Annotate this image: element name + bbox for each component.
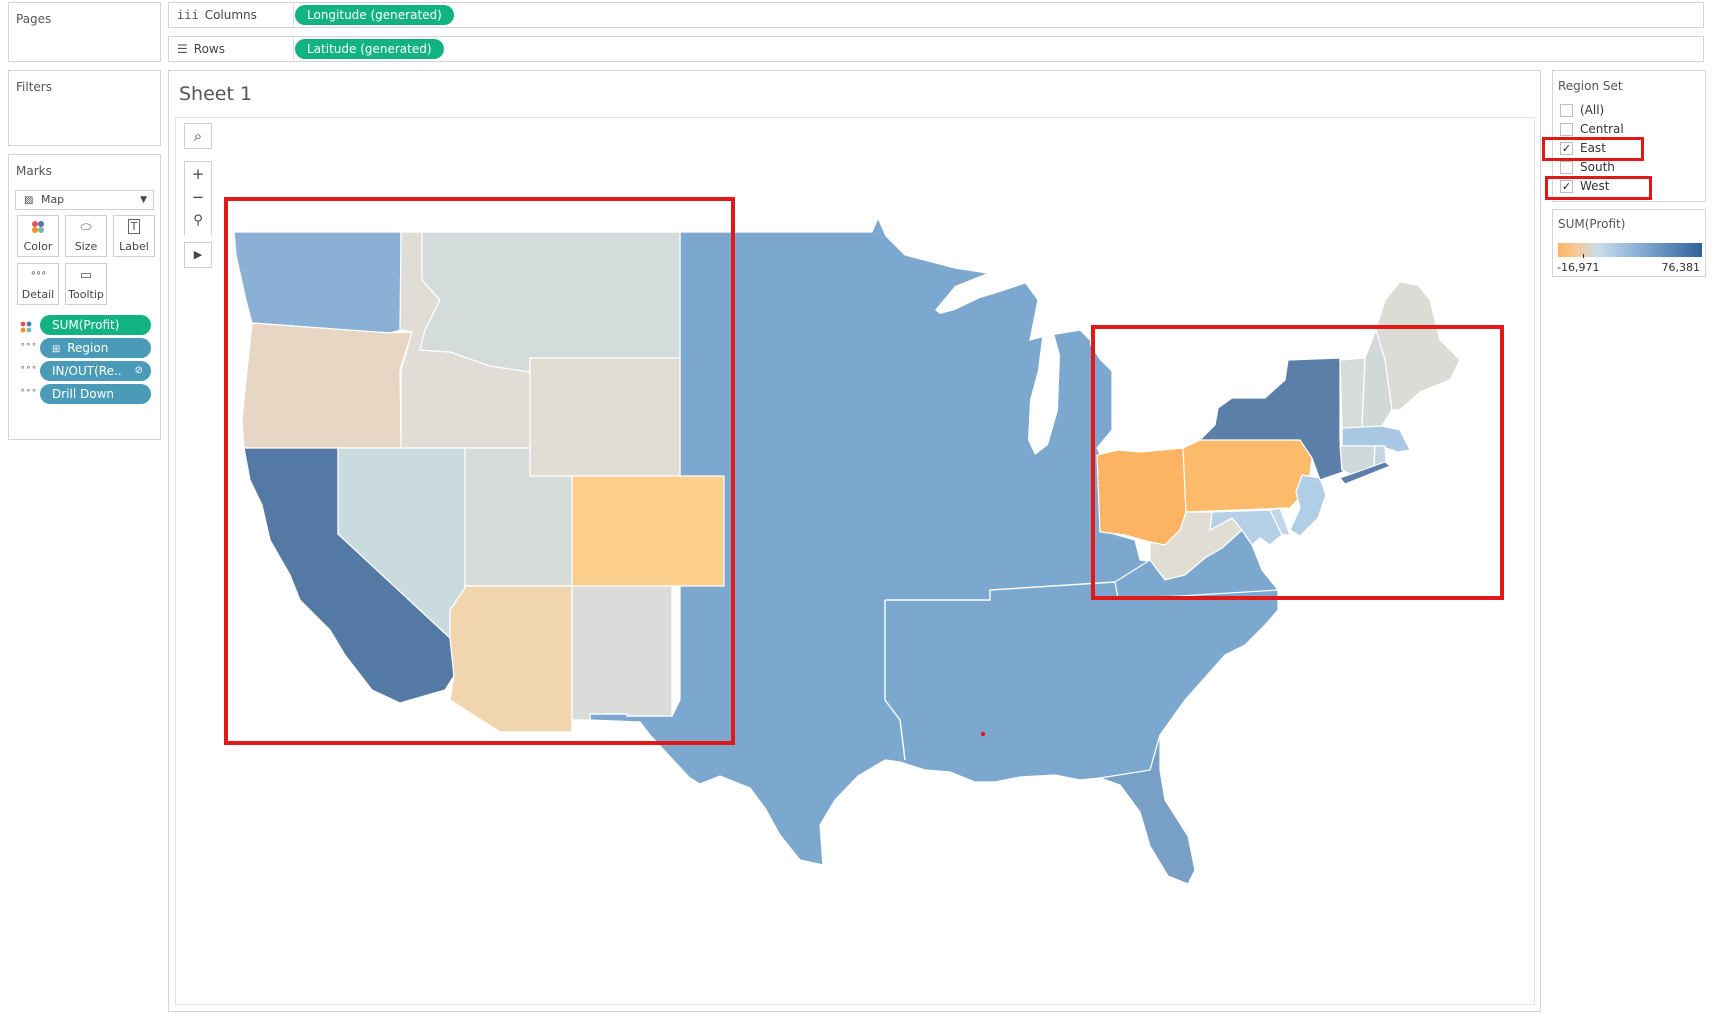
state-ohio[interactable] (1096, 447, 1187, 546)
columns-label: Columns (204, 8, 257, 22)
size-label: Size (74, 240, 98, 253)
checkbox-all[interactable] (1560, 104, 1573, 117)
tooltip-label: Tooltip (68, 288, 104, 301)
state-oregon[interactable] (241, 322, 413, 449)
rows-drop-area[interactable] (293, 37, 1703, 61)
region-set-panel: Region Set (1552, 70, 1706, 202)
profit-color-ramp (1558, 243, 1702, 257)
detail-button[interactable]: ∘∘∘ Detail (17, 263, 59, 305)
state-arizona[interactable] (449, 585, 573, 733)
state-montana[interactable] (419, 231, 681, 373)
size-button[interactable]: ⬭ Size (65, 215, 107, 257)
rows-label: Rows (193, 42, 225, 56)
map-mark-icon: ▨ (24, 195, 34, 206)
rows-icon: ☰ (177, 42, 188, 56)
map-point-dot[interactable] (980, 731, 986, 737)
marks-title: Marks (16, 164, 52, 178)
label-label: Label (119, 240, 149, 253)
state-new-mexico[interactable] (571, 585, 673, 721)
state-washington[interactable] (233, 231, 402, 334)
color-icon (18, 220, 58, 240)
filters-panel[interactable]: Filters (8, 70, 161, 146)
detail-icon: ∘∘∘ (30, 268, 47, 279)
marks-panel: Marks ▨ Map ▼ Color ⬭ Size T Label ∘∘∘ D… (8, 154, 161, 440)
rows-shelf[interactable]: ☰ Rows Latitude (generated) (168, 36, 1704, 62)
filters-title: Filters (16, 80, 52, 94)
profit-min-label: -16,971 (1557, 261, 1600, 274)
rows-pill-latitude[interactable]: Latitude (generated) (295, 39, 444, 59)
profit-zero-tick (1583, 254, 1584, 258)
detail-field-icon: ∘∘∘ (20, 340, 37, 350)
state-pennsylvania[interactable] (1182, 439, 1313, 513)
columns-drop-area[interactable] (293, 3, 1703, 27)
region-set-title: Region Set (1558, 79, 1623, 93)
state-vermont[interactable] (1339, 357, 1366, 429)
link-icon: ⊘ (134, 365, 143, 376)
field-pill-region-label: Region (67, 341, 109, 355)
label-button[interactable]: T Label (113, 215, 155, 257)
detail-label: Detail (21, 288, 55, 301)
checkbox-west[interactable]: ✓ (1560, 180, 1573, 193)
size-icon: ⬭ (80, 220, 92, 235)
columns-shelf[interactable]: iii Columns Longitude (generated) (168, 2, 1704, 28)
profit-legend-title: SUM(Profit) (1558, 217, 1626, 231)
state-wyoming[interactable] (529, 357, 681, 477)
tooltip-icon: ▭ (79, 268, 93, 283)
columns-pill-longitude[interactable]: Longitude (generated) (295, 5, 454, 25)
mark-type-label: Map (40, 193, 65, 206)
field-pill-region[interactable]: ⊞ Region (40, 338, 151, 358)
checkbox-south[interactable] (1560, 161, 1573, 174)
label-icon: T (114, 219, 154, 240)
detail-field-icon: ∘∘∘ (20, 363, 37, 373)
pages-panel[interactable]: Pages (8, 2, 161, 62)
checkbox-east[interactable]: ✓ (1560, 142, 1573, 155)
profit-max-label: 76,381 (1661, 261, 1701, 274)
mark-type-dropdown[interactable]: ▨ Map ▼ (15, 190, 154, 210)
set-icon: ⊞ (52, 344, 61, 355)
us-map (233, 216, 1461, 885)
profit-legend-panel: SUM(Profit) -16,971 76,381 (1552, 209, 1706, 277)
field-pill-sum-profit[interactable]: SUM(Profit) (40, 315, 151, 335)
field-pill-drill-down[interactable]: Drill Down (40, 384, 151, 404)
pages-title: Pages (16, 12, 52, 26)
columns-icon: iii (177, 8, 199, 22)
field-pill-in-out-label: IN/OUT(Re.. (52, 364, 122, 378)
color-label: Color (23, 240, 53, 253)
tooltip-button[interactable]: ▭ Tooltip (65, 263, 107, 305)
field-pill-in-out-region[interactable]: IN/OUT(Re.. ⊘ (40, 361, 151, 381)
detail-field-icon: ∘∘∘ (20, 386, 37, 396)
chevron-down-icon: ▼ (140, 195, 147, 205)
color-field-icon (20, 318, 32, 337)
color-button[interactable]: Color (17, 215, 59, 257)
state-colorado[interactable] (571, 475, 725, 587)
checkbox-central[interactable] (1560, 123, 1573, 136)
